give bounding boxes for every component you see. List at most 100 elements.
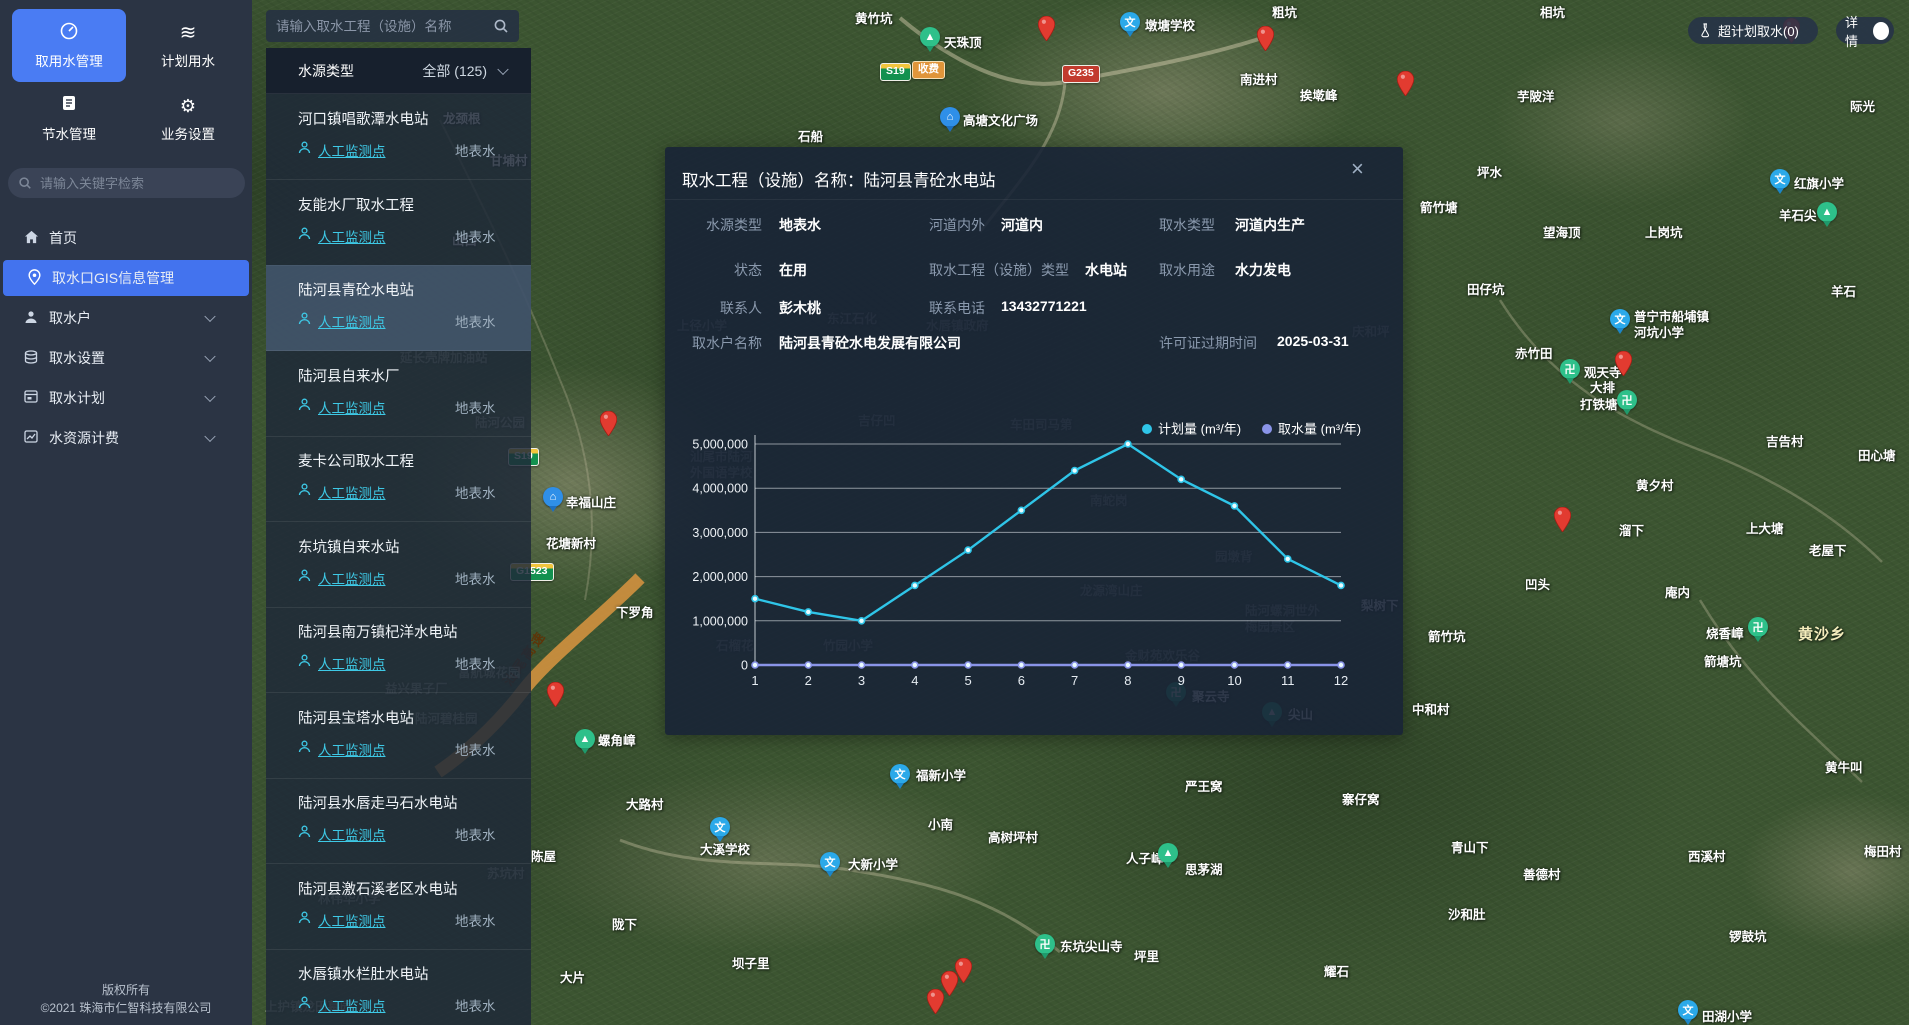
module-tile-2[interactable]: ≋计划用水 xyxy=(133,9,243,82)
filter-value-dropdown[interactable]: 全部 (125) xyxy=(422,61,487,81)
data-point[interactable] xyxy=(1231,662,1237,668)
station-list-item[interactable]: 陆河县自来水厂人工监测点地表水 xyxy=(266,351,531,437)
map-place-label: 红旗小学 xyxy=(1794,177,1844,193)
map-place-label: 南进村 xyxy=(1240,73,1278,89)
data-point[interactable] xyxy=(912,662,918,668)
data-point[interactable] xyxy=(1018,662,1024,668)
manual-monitor-link[interactable]: 人工监测点 xyxy=(318,995,386,1015)
sidebar-item-1[interactable]: 首页 xyxy=(0,218,252,258)
station-list-item[interactable]: 陆河县青砼水电站人工监测点地表水 xyxy=(266,265,531,351)
sidebar-item-3[interactable]: 取水户 xyxy=(0,298,252,338)
person-icon xyxy=(298,911,311,929)
window-icon xyxy=(23,390,39,406)
manual-monitor-link[interactable]: 人工监测点 xyxy=(318,140,386,160)
sidebar-item-5[interactable]: 取水计划 xyxy=(0,378,252,418)
map-place-label: 吉告村 xyxy=(1766,435,1804,451)
search-icon[interactable] xyxy=(493,18,509,34)
data-point[interactable] xyxy=(1338,662,1344,668)
data-point[interactable] xyxy=(912,582,918,588)
station-list-item[interactable]: 东坑镇自来水站人工监测点地表水 xyxy=(266,522,531,608)
module-tile-4[interactable]: ⚙业务设置 xyxy=(133,92,243,150)
station-list-item[interactable]: 陆河县南万镇杞洋水电站人工监测点地表水 xyxy=(266,607,531,693)
map-place-label: 箭塘坑 xyxy=(1704,655,1742,671)
map-pin-icon xyxy=(26,269,42,288)
station-name: 麦卡公司取水工程 xyxy=(298,450,414,471)
map-place-label: 寨仔窝 xyxy=(1342,793,1380,809)
road-badge: S19 xyxy=(880,63,911,81)
data-point[interactable] xyxy=(1072,662,1078,668)
map-place-label: 黄竹坑 xyxy=(855,12,893,28)
manual-monitor-link[interactable]: 人工监测点 xyxy=(318,482,386,502)
data-point[interactable] xyxy=(859,618,865,624)
station-list-item[interactable]: 水唇镇水栏肚水电站人工监测点 地表水 xyxy=(266,949,531,1025)
chevron-down-icon[interactable] xyxy=(204,311,215,322)
data-point[interactable] xyxy=(1018,507,1024,513)
data-point[interactable] xyxy=(1125,662,1131,668)
data-point[interactable] xyxy=(1178,662,1184,668)
manual-monitor-link[interactable]: 人工监测点 xyxy=(318,311,386,331)
sidebar-item-4[interactable]: 取水设置 xyxy=(0,338,252,378)
station-name: 陆河县南万镇杞洋水电站 xyxy=(298,621,458,642)
station-search-box[interactable] xyxy=(266,10,519,42)
data-point[interactable] xyxy=(1178,476,1184,482)
toggle-knob[interactable] xyxy=(1873,22,1889,40)
data-point[interactable] xyxy=(752,596,758,602)
data-point[interactable] xyxy=(1285,556,1291,562)
manual-monitor-link[interactable]: 人工监测点 xyxy=(318,739,386,759)
map-place-label: 黄沙乡 xyxy=(1798,626,1846,645)
over-plan-water-button[interactable]: 超计划取水(0) xyxy=(1688,17,1818,44)
manual-monitor-link[interactable]: 人工监测点 xyxy=(318,910,386,930)
station-list-item[interactable]: 河口镇唱歌潭水电站人工监测点地表水 xyxy=(266,94,531,180)
chevron-down-icon[interactable] xyxy=(204,351,215,362)
data-point[interactable] xyxy=(859,662,865,668)
station-search-input[interactable] xyxy=(276,19,493,34)
sidebar-item-2[interactable]: 取水口GIS信息管理 xyxy=(3,260,249,296)
manual-monitor-link[interactable]: 人工监测点 xyxy=(318,226,386,246)
map-place-label: 大片 xyxy=(560,971,585,987)
app-root: 汕尾高速 黄竹坑相坑粗坑南进村挨墘峰芋陂洋际光石船龙颈根甘埔村山口坪水箭竹塘望海… xyxy=(0,0,1909,1025)
sidebar-item-6[interactable]: 水资源计费 xyxy=(0,418,252,458)
data-point[interactable] xyxy=(965,547,971,553)
manual-monitor-link[interactable]: 人工监测点 xyxy=(318,653,386,673)
station-detail-modal: 取水工程（设施）名称：陆河县青砼水电站 × 水源类型地表水河道内外河道内取水类型… xyxy=(665,147,1403,735)
legend-dot[interactable] xyxy=(1262,424,1272,434)
data-point[interactable] xyxy=(1125,441,1131,447)
chevron-down-icon[interactable] xyxy=(497,63,508,74)
sidebar-search-input[interactable] xyxy=(40,176,235,191)
station-name: 水唇镇水栏肚水电站 xyxy=(298,963,429,984)
station-list-item[interactable]: 陆河县激石溪老区水电站人工监测点地表水 xyxy=(266,864,531,950)
map-place-label: 善德村 xyxy=(1523,868,1561,884)
person-icon xyxy=(298,654,311,672)
module-tile-3[interactable]: 节水管理 xyxy=(12,92,126,150)
data-point[interactable] xyxy=(805,662,811,668)
x-tick-label: 11 xyxy=(1281,673,1295,688)
data-point[interactable] xyxy=(1338,582,1344,588)
station-list-item[interactable]: 友能水厂取水工程人工监测点地表水 xyxy=(266,180,531,266)
station-list-item[interactable]: 陆河县宝塔水电站人工监测点地表水 xyxy=(266,693,531,779)
data-point[interactable] xyxy=(965,662,971,668)
chevron-down-icon[interactable] xyxy=(204,431,215,442)
sidebar-item-label: 水资源计费 xyxy=(49,428,119,448)
manual-monitor-link[interactable]: 人工监测点 xyxy=(318,824,386,844)
person-icon xyxy=(298,483,311,501)
data-point[interactable] xyxy=(1285,662,1291,668)
legend-dot[interactable] xyxy=(1142,424,1152,434)
data-point[interactable] xyxy=(1231,503,1237,509)
x-tick-label: 3 xyxy=(858,673,865,688)
data-point[interactable] xyxy=(752,662,758,668)
manual-monitor-link[interactable]: 人工监测点 xyxy=(318,568,386,588)
sidebar-search-box[interactable] xyxy=(8,168,245,198)
map-place-label: 羊石 xyxy=(1831,285,1856,301)
data-point[interactable] xyxy=(1072,468,1078,474)
detail-toggle[interactable]: 详情 xyxy=(1836,17,1894,44)
chevron-down-icon[interactable] xyxy=(204,391,215,402)
road-badge: 收费 xyxy=(912,61,945,79)
module-tile-1[interactable]: 取用水管理 xyxy=(12,9,126,82)
station-list-item[interactable]: 麦卡公司取水工程人工监测点地表水 xyxy=(266,436,531,522)
data-point[interactable] xyxy=(805,609,811,615)
station-name: 河口镇唱歌潭水电站 xyxy=(298,108,429,129)
water-source-type: 地表水 xyxy=(455,995,496,1015)
station-list-item[interactable]: 陆河县水唇走马石水电站人工监测点地表水 xyxy=(266,778,531,864)
map-place-label: 沙和肚 xyxy=(1448,908,1486,924)
manual-monitor-link[interactable]: 人工监测点 xyxy=(318,397,386,417)
